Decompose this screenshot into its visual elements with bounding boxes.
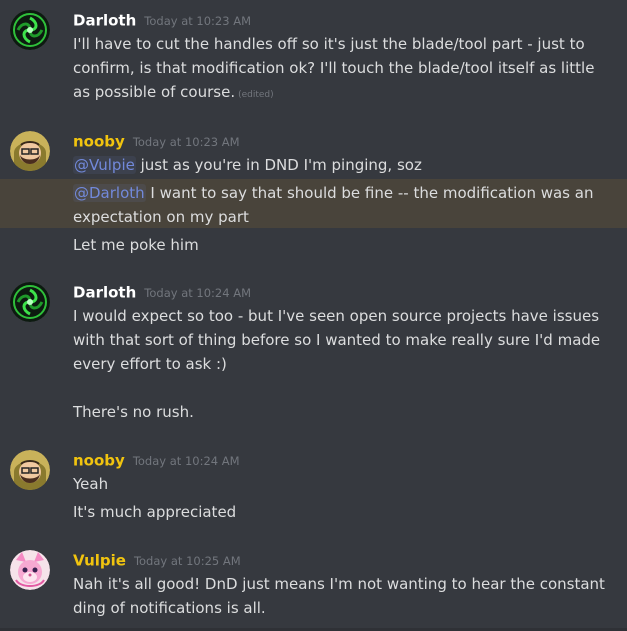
message-line: as possible of course. (edited) <box>73 80 613 107</box>
message-line: @Darloth I want to say that should be fi… <box>73 181 613 205</box>
message-line: Let me poke him <box>73 236 199 254</box>
message-header: Darloth Today at 10:24 AM <box>73 282 251 304</box>
message-line: There's no rush. <box>73 403 194 421</box>
message-header: Darloth Today at 10:23 AM <box>73 10 251 32</box>
mention-darloth[interactable]: @Darloth <box>73 184 146 202</box>
message-line: confirm, is that modification ok? I'll t… <box>73 59 595 77</box>
hooded-bearded-avatar-icon <box>10 450 50 490</box>
avatar-darloth[interactable] <box>10 282 50 322</box>
message-line: Yeah <box>73 475 109 493</box>
avatar-vulpie[interactable] <box>10 550 50 590</box>
avatar-nooby[interactable] <box>10 450 50 490</box>
hooded-bearded-avatar-icon <box>10 131 50 171</box>
message-line: Nah it's all good! DnD just means I'm no… <box>73 575 605 593</box>
message-line: ding of notifications is all. <box>73 599 266 617</box>
message-text: I want to say that should be fine -- the… <box>145 184 594 202</box>
message-header: nooby Today at 10:24 AM <box>73 450 240 472</box>
mention-vulpie[interactable]: @Vulpie <box>73 156 136 174</box>
timestamp: Today at 10:24 AM <box>132 453 240 468</box>
message-line: every effort to ask :) <box>73 355 227 373</box>
message-line: I would expect so too - but I've seen op… <box>73 307 600 325</box>
message-text: as possible of course. <box>73 83 236 101</box>
timestamp: Today at 10:23 AM <box>144 13 251 28</box>
green-swirl-avatar-icon <box>10 282 50 322</box>
message-line: @Vulpie just as you're in DND I'm pingin… <box>73 153 613 177</box>
green-swirl-avatar-icon <box>10 10 50 50</box>
username[interactable]: nooby <box>73 452 125 470</box>
username[interactable]: Vulpie <box>73 552 126 570</box>
pink-fox-avatar-icon <box>10 550 50 590</box>
message-line: expectation on my part <box>73 208 249 226</box>
username[interactable]: nooby <box>73 133 125 151</box>
avatar-darloth[interactable] <box>10 10 50 50</box>
message-line: I'll have to cut the handles off so it's… <box>73 35 585 53</box>
edited-label: (edited) <box>238 90 274 100</box>
username[interactable]: Darloth <box>73 284 136 302</box>
message-text: just as you're in DND I'm pinging, soz <box>135 156 422 174</box>
message-line: It's much appreciated <box>73 503 237 521</box>
username[interactable]: Darloth <box>73 12 136 30</box>
timestamp: Today at 10:23 AM <box>132 134 240 149</box>
avatar-nooby[interactable] <box>10 131 50 171</box>
message-header: nooby Today at 10:23 AM <box>73 131 240 153</box>
timestamp: Today at 10:25 AM <box>133 553 241 568</box>
timestamp: Today at 10:24 AM <box>144 285 251 300</box>
message-line: with that sort of thing before so I want… <box>73 331 601 349</box>
message-header: Vulpie Today at 10:25 AM <box>73 550 241 572</box>
